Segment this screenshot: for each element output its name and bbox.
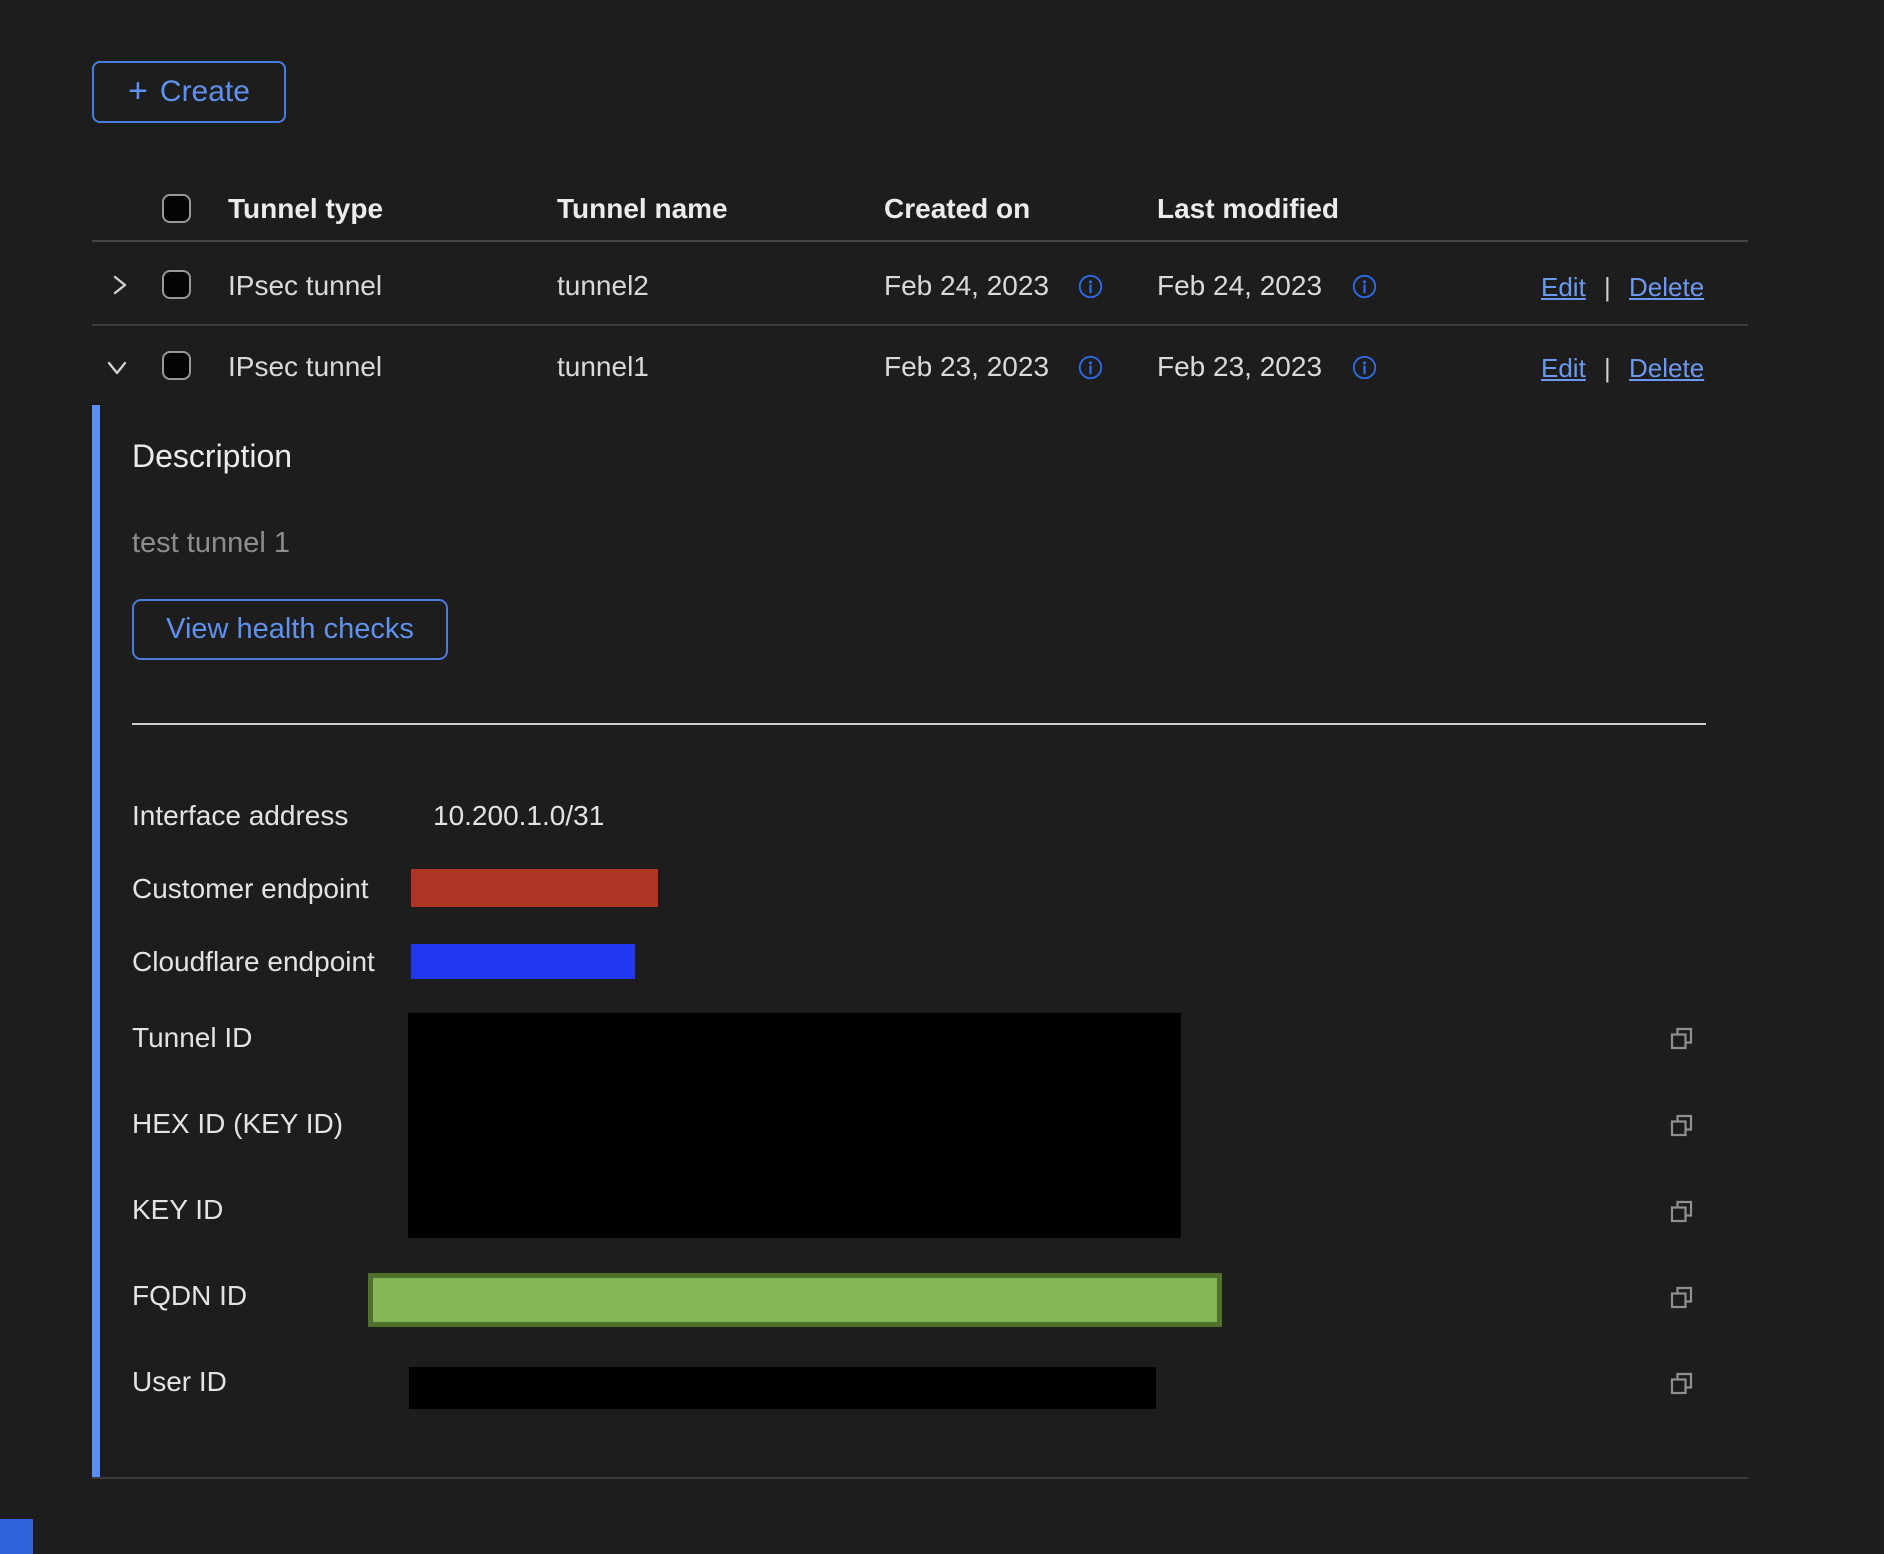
cell-created-on: Feb 23, 2023 [884,352,1049,382]
ids-redaction-block [408,1013,1181,1238]
link-separator: | [1604,272,1611,302]
chevron-down-icon[interactable] [104,354,130,380]
user-id-label: User ID [132,1366,227,1398]
info-icon[interactable] [1078,274,1103,299]
cloudflare-endpoint-redaction [411,944,635,979]
interface-address-label: Interface address [132,800,348,832]
fqdn-id-redaction [368,1273,1222,1327]
description-label: Description [132,440,292,472]
copy-icon[interactable] [1667,1283,1696,1312]
plus-icon: + [128,74,148,108]
fqdn-id-label: FQDN ID [132,1280,247,1312]
create-button[interactable]: + Create [92,61,286,123]
select-all-checkbox[interactable] [162,194,191,223]
hex-id-label: HEX ID (KEY ID) [132,1108,343,1140]
description-value: test tunnel 1 [132,527,290,559]
view-health-checks-button[interactable]: View health checks [132,599,448,660]
edit-link-tunnel1[interactable]: Edit [1541,353,1586,383]
copy-icon[interactable] [1667,1197,1696,1226]
customer-endpoint-label: Customer endpoint [132,873,369,905]
delete-link-tunnel1[interactable]: Delete [1629,353,1704,383]
link-separator: | [1604,353,1611,383]
info-icon[interactable] [1352,355,1377,380]
row-divider [92,324,1748,326]
header-last-modified: Last modified [1157,194,1339,224]
cloudflare-endpoint-label: Cloudflare endpoint [132,946,375,978]
key-id-label: KEY ID [132,1194,223,1226]
copy-icon[interactable] [1667,1024,1696,1053]
edit-link-tunnel2[interactable]: Edit [1541,272,1586,302]
info-icon[interactable] [1352,274,1377,299]
interface-address-value: 10.200.1.0/31 [433,800,604,832]
delete-link-tunnel2[interactable]: Delete [1629,272,1704,302]
header-tunnel-name: Tunnel name [557,194,728,224]
copy-icon[interactable] [1667,1369,1696,1398]
copy-icon[interactable] [1667,1111,1696,1140]
cell-last-modified: Feb 24, 2023 [1157,271,1322,301]
detail-section-divider [132,723,1706,725]
cell-tunnel-name: tunnel1 [557,352,649,382]
customer-endpoint-redaction [411,869,658,907]
panel-bottom-divider [92,1477,1748,1479]
tunnel-id-label: Tunnel ID [132,1022,252,1054]
cell-created-on: Feb 24, 2023 [884,271,1049,301]
row-checkbox-tunnel2[interactable] [162,270,191,299]
user-id-redaction [409,1367,1156,1409]
create-button-label: Create [160,75,250,109]
tunnels-page: + Create Tunnel type Tunnel name Created… [0,0,1884,1554]
cell-last-modified: Feb 23, 2023 [1157,352,1322,382]
info-icon[interactable] [1078,355,1103,380]
bottom-left-blue-fragment [0,1519,33,1554]
header-created-on: Created on [884,194,1030,224]
cell-tunnel-name: tunnel2 [557,271,649,301]
row-checkbox-tunnel1[interactable] [162,351,191,380]
header-tunnel-type: Tunnel type [228,194,383,224]
view-health-checks-label: View health checks [166,613,414,646]
cell-tunnel-type: IPsec tunnel [228,271,382,301]
chevron-right-icon[interactable] [106,272,132,298]
header-divider [92,240,1748,242]
expanded-row-accent-bar [92,405,100,1478]
cell-tunnel-type: IPsec tunnel [228,352,382,382]
